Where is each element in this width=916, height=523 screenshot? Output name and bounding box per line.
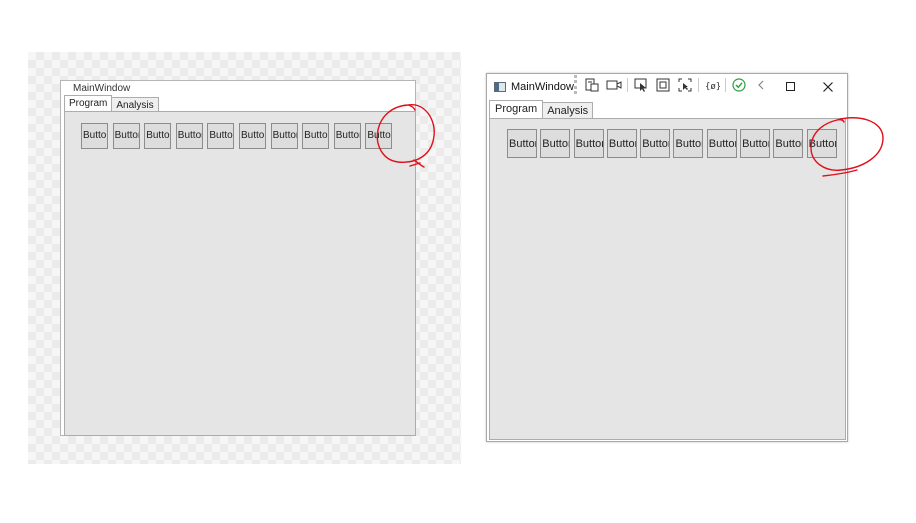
button-3[interactable]: Button <box>144 123 172 149</box>
button-6[interactable]: Button <box>673 129 704 158</box>
button-7[interactable]: Button <box>270 123 298 149</box>
record-icon[interactable] <box>606 77 622 93</box>
button-1[interactable]: Button <box>507 129 537 158</box>
annotation-circle-right <box>810 117 884 177</box>
button-2[interactable]: Button <box>540 129 571 158</box>
button-3[interactable]: Button <box>573 129 604 158</box>
live-visual-tree-icon[interactable] <box>584 77 600 93</box>
tab-content <box>489 118 846 440</box>
display-layout-adorners-icon[interactable] <box>655 77 671 93</box>
tab-program[interactable]: Program <box>489 100 544 119</box>
button-5[interactable]: Button <box>640 129 671 158</box>
toolbar-separator <box>698 77 699 92</box>
button-row: Button Button Button Button Button Butto… <box>81 123 393 149</box>
button-9[interactable]: Button <box>333 123 361 149</box>
app-icon <box>494 82 506 92</box>
close-icon[interactable] <box>818 79 838 95</box>
button-1[interactable]: Button <box>81 123 108 149</box>
tab-analysis[interactable]: Analysis <box>542 102 594 119</box>
button-4[interactable]: Button <box>606 129 637 158</box>
svg-text:{ø}: {ø} <box>705 82 720 92</box>
button-5[interactable]: Button <box>207 123 235 149</box>
annotation-circle-left <box>376 104 435 168</box>
button-6[interactable]: Button <box>238 123 266 149</box>
track-focus-icon[interactable] <box>677 77 693 93</box>
select-element-icon[interactable] <box>633 77 649 93</box>
button-8[interactable]: Button <box>740 129 771 158</box>
maximize-icon[interactable] <box>781 79 801 95</box>
button-row: Button Button Button Button Button Butto… <box>507 129 837 158</box>
toolbar-separator <box>725 77 726 92</box>
toolbar-separator <box>627 77 628 92</box>
binding-failures-icon[interactable]: {ø} <box>704 77 720 93</box>
xaml-debug-toolbar: {ø} <box>574 75 772 94</box>
tab-content <box>64 111 416 436</box>
button-7[interactable]: Button <box>706 129 737 158</box>
hot-reload-check-icon[interactable] <box>731 77 747 93</box>
button-4[interactable]: Button <box>175 123 203 149</box>
button-9[interactable]: Button <box>773 129 804 158</box>
button-2[interactable]: Button <box>112 123 140 149</box>
button-8[interactable]: Button <box>302 123 330 149</box>
title-bar[interactable]: MainWindow {ø} <box>487 74 847 100</box>
window-title: MainWindow <box>511 81 574 93</box>
collapse-toolbar-icon[interactable] <box>753 77 769 93</box>
window-title: MainWindow <box>73 83 131 94</box>
